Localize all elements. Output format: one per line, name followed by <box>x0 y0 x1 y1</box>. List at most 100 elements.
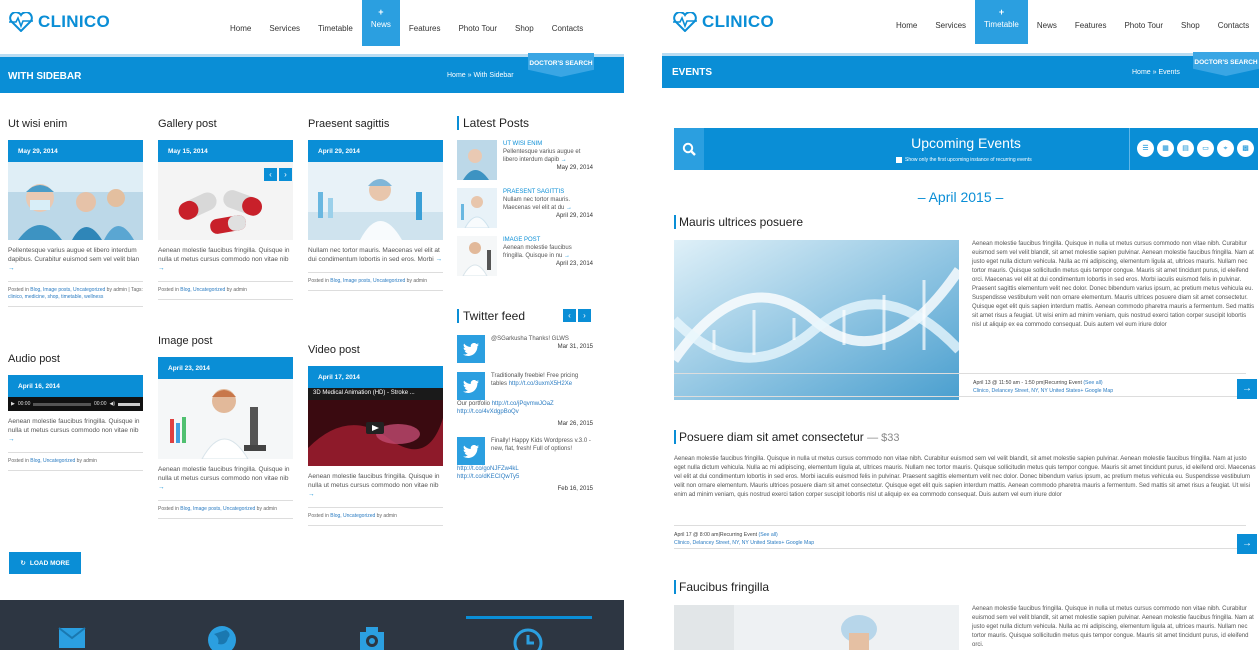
prev-arrow-icon[interactable]: ‹ <box>264 168 277 181</box>
volume-slider[interactable] <box>118 402 140 406</box>
tweet-link[interactable]: http://t.co/3uxmX5H2Xe <box>509 381 572 387</box>
read-more-arrow[interactable]: → <box>436 256 443 263</box>
event-title-text[interactable]: Faucibus fringilla <box>679 580 769 594</box>
latest-thumb[interactable] <box>457 236 497 276</box>
nav-contacts[interactable]: Contacts <box>543 0 593 46</box>
day-view-icon[interactable]: ▭ <box>1197 140 1214 157</box>
video-title[interactable]: 3D Medical Animation (HD) - Stroke ... <box>313 390 415 396</box>
event-venue[interactable]: Clinico, Delancey Street, NY, NY United … <box>674 540 786 546</box>
nav-news[interactable]: News <box>1028 0 1066 46</box>
meta-categories[interactable]: Blog, Uncategorized <box>180 287 225 293</box>
post-image-lab[interactable] <box>308 162 443 240</box>
doctors-search-tab[interactable]: DOCTOR'S SEARCH <box>528 53 594 77</box>
clinico-logo[interactable]: CLINICO <box>672 12 774 32</box>
read-more-arrow[interactable]: → <box>561 157 567 163</box>
week-view-icon[interactable]: ▤ <box>1177 140 1194 157</box>
event-title[interactable]: Faucibus fringilla <box>674 580 769 594</box>
video-player[interactable]: 3D Medical Animation (HD) - Stroke ... <box>308 388 443 466</box>
camera-icon[interactable] <box>356 624 388 650</box>
google-map-link[interactable]: Google Map <box>786 540 814 546</box>
event-title[interactable]: Mauris ultrices posuere <box>674 215 803 229</box>
read-more-arrow[interactable]: → <box>158 484 165 491</box>
meta-tags[interactable]: clinico, medicine, shop, timetable, well… <box>8 294 103 300</box>
post-title[interactable]: Ut wisi enim <box>8 118 143 130</box>
latest-head[interactable]: IMAGE POST <box>503 236 593 244</box>
post-image-surgeons[interactable] <box>8 162 143 240</box>
post-title[interactable]: Video post <box>308 344 443 356</box>
nav-news[interactable]: + News <box>361 0 400 46</box>
read-more-arrow[interactable]: → <box>564 253 570 259</box>
read-more-arrow[interactable]: → <box>158 265 165 272</box>
nav-home[interactable]: Home <box>887 0 926 46</box>
audio-progress[interactable] <box>33 402 91 406</box>
post-image-pills[interactable]: ‹ › <box>158 162 293 240</box>
photo-view-icon[interactable]: ▩ <box>1237 140 1254 157</box>
post-title[interactable]: Image post <box>158 335 293 347</box>
checkbox-square[interactable] <box>896 157 902 163</box>
play-icon[interactable]: ▶ <box>11 401 15 407</box>
event-arrow-button[interactable]: → <box>1237 379 1257 399</box>
nav-features[interactable]: Features <box>400 0 450 46</box>
tweet-link[interactable]: http://t.co/dKECIQwTy5 <box>457 474 519 480</box>
nav-contacts[interactable]: Contacts <box>1209 0 1259 46</box>
footer-active-tab[interactable] <box>466 616 592 650</box>
read-more-arrow[interactable]: → <box>8 265 15 272</box>
nav-home[interactable]: Home <box>221 0 260 46</box>
latest-head[interactable]: PRAESENT SAGITTIS <box>503 188 593 196</box>
latest-post-item[interactable]: IMAGE POST Aenean molestie faucibus fring… <box>457 236 593 276</box>
meta-categories[interactable]: Blog, Image posts, Uncategorized <box>30 287 105 293</box>
recurring-checkbox[interactable]: Show only the first upcoming instance of… <box>896 157 1032 163</box>
breadcrumb[interactable]: Home » With Sidebar <box>447 72 514 79</box>
post-title[interactable]: Gallery post <box>158 118 293 130</box>
google-map-link[interactable]: Google Map <box>1085 388 1113 394</box>
event-image-surgeon[interactable] <box>674 605 959 650</box>
next-arrow-icon[interactable]: › <box>578 309 591 322</box>
event-title[interactable]: Posuere diam sit amet consectetur — $33 <box>674 430 900 444</box>
audio-player[interactable]: ▶ 00:00 00:00 ◀) <box>8 397 143 411</box>
map-view-icon[interactable]: ⌖ <box>1217 140 1234 157</box>
nav-timetable[interactable]: Timetable <box>309 0 362 46</box>
prev-arrow-icon[interactable]: ‹ <box>563 309 576 322</box>
nav-shop[interactable]: Shop <box>506 0 543 46</box>
event-title-text[interactable]: Mauris ultrices posuere <box>679 215 803 229</box>
load-more-button[interactable]: ↻ LOAD MORE <box>9 552 81 574</box>
globe-icon[interactable] <box>206 624 238 650</box>
meta-categories[interactable]: Blog, Uncategorized <box>30 458 75 464</box>
nav-timetable[interactable]: + Timetable <box>975 0 1028 44</box>
latest-post-item[interactable]: PRAESENT SAGITTIS Nullam nec tortor mauri… <box>457 188 593 228</box>
latest-thumb[interactable] <box>457 188 497 228</box>
event-venue[interactable]: Clinico, Delancey Street, NY, NY United … <box>973 388 1085 394</box>
see-all-link[interactable]: (See all) <box>758 532 777 538</box>
nav-photo-tour[interactable]: Photo Tour <box>449 0 506 46</box>
meta-categories[interactable]: Blog, Uncategorized <box>330 513 375 519</box>
doctors-search-tab[interactable]: DOCTOR'S SEARCH <box>1193 52 1259 76</box>
nav-photo-tour[interactable]: Photo Tour <box>1115 0 1172 46</box>
read-more-arrow[interactable]: → <box>566 205 572 211</box>
post-title[interactable]: Praesent sagittis <box>308 118 443 130</box>
nav-features[interactable]: Features <box>1066 0 1116 46</box>
event-title-text[interactable]: Posuere diam sit amet consectetur <box>679 430 864 444</box>
see-all-link[interactable]: (See all) <box>1083 380 1102 386</box>
meta-categories[interactable]: Blog, Image posts, Uncategorized <box>180 506 255 512</box>
meta-categories[interactable]: Blog, Image posts, Uncategorized <box>330 278 405 284</box>
nav-services[interactable]: Services <box>260 0 309 46</box>
latest-thumb[interactable] <box>457 140 497 180</box>
latest-head[interactable]: UT WISI ENIM <box>503 140 593 148</box>
tweet-link[interactable]: http://t.co/goNJFZw4kL <box>457 466 519 472</box>
event-arrow-button[interactable]: → <box>1237 534 1257 554</box>
nav-services[interactable]: Services <box>926 0 975 46</box>
read-more-arrow[interactable]: → <box>308 491 315 498</box>
tweet-link[interactable]: http://t.co/jPqvmwJOaZ <box>492 401 554 407</box>
envelope-icon[interactable] <box>57 624 87 650</box>
tweet-link[interactable]: http://t.co/4vXdgpBoQv <box>457 409 519 415</box>
breadcrumb[interactable]: Home » Events <box>1132 69 1180 76</box>
month-view-icon[interactable]: ▦ <box>1157 140 1174 157</box>
post-image-microscope[interactable] <box>158 379 293 459</box>
next-arrow-icon[interactable]: › <box>279 168 292 181</box>
list-view-icon[interactable]: ☰ <box>1137 140 1154 157</box>
latest-post-item[interactable]: UT WISI ENIM Pellentesque varius augue et… <box>457 140 593 180</box>
nav-shop[interactable]: Shop <box>1172 0 1209 46</box>
read-more-arrow[interactable]: → <box>8 436 15 443</box>
post-title[interactable]: Audio post <box>8 353 143 365</box>
clinico-logo[interactable]: CLINICO <box>8 12 110 32</box>
